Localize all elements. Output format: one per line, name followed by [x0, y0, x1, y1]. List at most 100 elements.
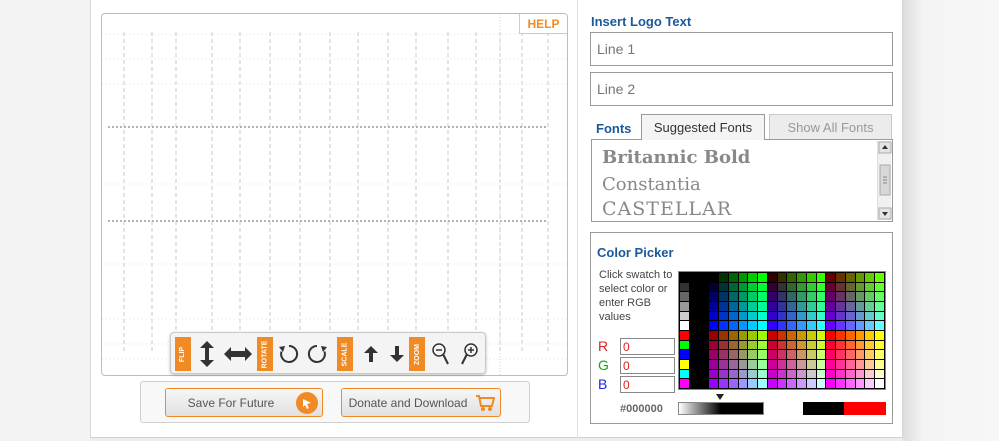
- color-swatch[interactable]: [816, 302, 826, 311]
- color-swatch[interactable]: [875, 273, 884, 282]
- color-swatch[interactable]: [748, 379, 758, 388]
- color-swatch[interactable]: [787, 282, 797, 292]
- color-swatch[interactable]: [787, 331, 797, 340]
- color-swatch[interactable]: [767, 311, 777, 321]
- color-swatch[interactable]: [816, 369, 826, 379]
- color-swatch[interactable]: [680, 302, 689, 311]
- color-swatch[interactable]: [689, 302, 699, 311]
- color-swatch[interactable]: [845, 292, 855, 301]
- color-swatch[interactable]: [767, 292, 777, 301]
- color-swatch[interactable]: [709, 302, 719, 311]
- color-swatch[interactable]: [797, 379, 806, 388]
- color-swatch[interactable]: [797, 302, 806, 311]
- color-swatch[interactable]: [728, 379, 738, 388]
- color-swatch[interactable]: [748, 302, 758, 311]
- color-swatch[interactable]: [797, 360, 806, 369]
- color-swatch[interactable]: [865, 360, 875, 369]
- color-swatch[interactable]: [816, 379, 826, 388]
- color-swatch[interactable]: [689, 273, 699, 282]
- color-swatch[interactable]: [777, 302, 787, 311]
- color-swatch[interactable]: [709, 292, 719, 301]
- color-swatch[interactable]: [875, 292, 884, 301]
- color-swatch[interactable]: [875, 369, 884, 379]
- color-swatch[interactable]: [680, 369, 689, 379]
- color-swatch[interactable]: [806, 292, 816, 301]
- color-swatch[interactable]: [855, 321, 865, 330]
- color-swatch[interactable]: [816, 311, 826, 321]
- color-swatch[interactable]: [797, 321, 806, 330]
- color-swatch[interactable]: [689, 282, 699, 292]
- flip-vertical-icon[interactable]: [195, 341, 219, 367]
- color-swatch[interactable]: [836, 282, 845, 292]
- color-swatch[interactable]: [797, 350, 806, 359]
- color-swatch[interactable]: [738, 273, 748, 282]
- scale-down-icon[interactable]: [385, 341, 409, 367]
- design-canvas[interactable]: HELP: [101, 13, 568, 376]
- color-swatch[interactable]: [806, 360, 816, 369]
- color-swatch[interactable]: [709, 273, 719, 282]
- color-swatch[interactable]: [699, 369, 709, 379]
- color-swatch[interactable]: [709, 282, 719, 292]
- color-swatch[interactable]: [826, 292, 836, 301]
- save-for-future-button[interactable]: Save For Future: [165, 388, 323, 417]
- color-swatch[interactable]: [719, 331, 728, 340]
- color-swatch[interactable]: [699, 331, 709, 340]
- color-swatch[interactable]: [758, 360, 767, 369]
- color-swatch[interactable]: [806, 282, 816, 292]
- tab-show-all-fonts[interactable]: Show All Fonts: [769, 114, 892, 140]
- color-swatch[interactable]: [758, 340, 767, 350]
- color-swatch[interactable]: [719, 321, 728, 330]
- color-swatch[interactable]: [689, 369, 699, 379]
- color-swatch[interactable]: [816, 273, 826, 282]
- color-swatch[interactable]: [680, 379, 689, 388]
- color-swatch[interactable]: [680, 282, 689, 292]
- color-swatch[interactable]: [777, 321, 787, 330]
- color-swatch[interactable]: [865, 369, 875, 379]
- color-swatch[interactable]: [806, 311, 816, 321]
- color-swatch[interactable]: [738, 340, 748, 350]
- color-swatch[interactable]: [826, 379, 836, 388]
- color-swatch[interactable]: [680, 360, 689, 369]
- color-swatch[interactable]: [748, 311, 758, 321]
- color-swatch[interactable]: [680, 311, 689, 321]
- color-swatch[interactable]: [738, 321, 748, 330]
- color-swatch[interactable]: [797, 331, 806, 340]
- color-swatch[interactable]: [767, 379, 777, 388]
- color-swatch[interactable]: [738, 360, 748, 369]
- color-swatch[interactable]: [758, 282, 767, 292]
- color-swatch[interactable]: [836, 350, 845, 359]
- color-swatch[interactable]: [806, 273, 816, 282]
- color-swatch[interactable]: [875, 331, 884, 340]
- green-input[interactable]: [620, 357, 675, 374]
- color-swatch[interactable]: [797, 369, 806, 379]
- color-swatch[interactable]: [748, 360, 758, 369]
- color-swatch[interactable]: [738, 369, 748, 379]
- color-swatch[interactable]: [767, 340, 777, 350]
- color-swatch[interactable]: [816, 340, 826, 350]
- color-swatch[interactable]: [758, 379, 767, 388]
- color-swatch[interactable]: [787, 350, 797, 359]
- color-swatch[interactable]: [865, 282, 875, 292]
- color-swatch[interactable]: [738, 302, 748, 311]
- color-swatch[interactable]: [777, 311, 787, 321]
- color-swatch[interactable]: [719, 340, 728, 350]
- color-swatch[interactable]: [826, 360, 836, 369]
- color-swatch[interactable]: [758, 321, 767, 330]
- color-swatch[interactable]: [797, 311, 806, 321]
- logo-line1-input[interactable]: [590, 32, 893, 66]
- color-swatch[interactable]: [787, 321, 797, 330]
- color-swatch[interactable]: [845, 379, 855, 388]
- color-swatch[interactable]: [709, 340, 719, 350]
- color-swatch[interactable]: [845, 302, 855, 311]
- color-swatch[interactable]: [728, 331, 738, 340]
- zoom-out-icon[interactable]: [429, 341, 453, 367]
- color-swatch[interactable]: [826, 302, 836, 311]
- color-swatch[interactable]: [826, 282, 836, 292]
- color-swatch[interactable]: [865, 273, 875, 282]
- color-swatch[interactable]: [767, 273, 777, 282]
- font-item-castellar[interactable]: CASTELLAR: [602, 198, 732, 220]
- logo-line2-input[interactable]: [590, 72, 893, 106]
- color-swatch[interactable]: [689, 340, 699, 350]
- color-swatch[interactable]: [806, 321, 816, 330]
- color-swatch[interactable]: [787, 273, 797, 282]
